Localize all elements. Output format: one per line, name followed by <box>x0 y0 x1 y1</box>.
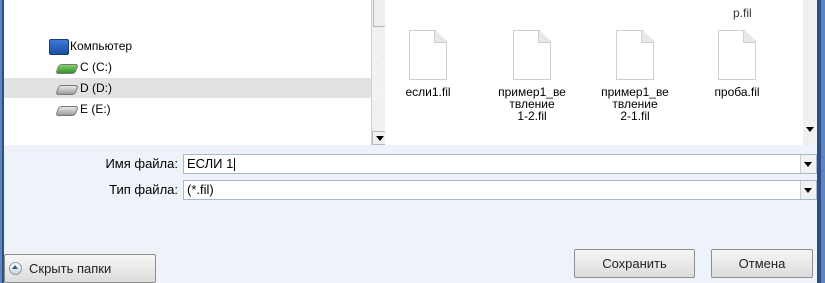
nav-item-drive-d[interactable]: D (D:) <box>4 78 371 98</box>
filename-field[interactable]: ЕСЛИ 1 <box>183 154 817 174</box>
save-button[interactable]: Сохранить <box>574 249 695 278</box>
drive-icon <box>55 106 79 116</box>
filename-value: ЕСЛИ 1 <box>187 156 234 171</box>
nav-item-drive-e[interactable]: E (E:) <box>4 99 371 119</box>
file-icon <box>513 30 551 80</box>
file-name: пример1_ве твление 1-2.fil <box>498 85 566 123</box>
scroll-down-arrow-icon[interactable] <box>803 123 817 137</box>
filetype-label: Тип файла: <box>109 182 178 197</box>
computer-icon <box>49 39 69 55</box>
scroll-down-arrow-icon[interactable] <box>372 131 386 145</box>
file-item[interactable]: если1.fil <box>385 30 473 98</box>
collapse-up-icon <box>9 262 22 275</box>
nav-item-computer[interactable]: Компьютер <box>4 36 371 56</box>
file-icon <box>616 30 654 80</box>
nav-item-label: Компьютер <box>70 39 133 53</box>
file-icon <box>718 30 756 80</box>
drive-icon <box>55 85 79 95</box>
file-name: если1.fil <box>405 85 451 99</box>
text-caret <box>234 158 236 172</box>
file-list: р.fil если1.fil пример1_ве твление 1-2.f… <box>385 0 817 145</box>
navigation-pane: Компьютер C (C:) D (D:) E (E:) <box>4 0 371 145</box>
file-item[interactable]: пример1_ве твление 1-2.fil <box>487 30 577 122</box>
filetype-value: (*.fil) <box>187 182 214 197</box>
cancel-button-label: Отмена <box>738 256 786 271</box>
nav-item-drive-c[interactable]: C (C:) <box>4 57 371 77</box>
hide-folders-button[interactable]: Скрыть папки <box>4 254 156 283</box>
hide-folders-label: Скрыть папки <box>29 261 112 276</box>
cancel-button[interactable]: Отмена <box>711 249 813 278</box>
save-dialog: Компьютер C (C:) D (D:) E (E:) р.fil есл… <box>4 0 817 283</box>
nav-item-label: C (C:) <box>80 60 112 74</box>
chevron-down-icon[interactable] <box>800 181 816 199</box>
filename-label: Имя файла: <box>105 156 178 171</box>
nav-item-label: E (E:) <box>80 102 111 116</box>
files-scrollbar[interactable] <box>803 0 817 145</box>
file-item[interactable]: проба.fil <box>692 30 782 98</box>
nav-item-label: D (D:) <box>80 81 112 95</box>
file-name: проба.fil <box>714 85 760 99</box>
save-button-label: Сохранить <box>602 256 667 271</box>
file-item[interactable]: пример1_ве твление 2-1.fil <box>590 30 680 122</box>
drive-c-icon <box>55 64 79 74</box>
file-icon <box>409 30 447 80</box>
partial-file-label: р.fil <box>733 6 752 20</box>
chevron-down-icon[interactable] <box>800 155 816 173</box>
filetype-select[interactable]: (*.fil) <box>183 180 817 200</box>
nav-scrollbar[interactable] <box>371 0 386 145</box>
file-name: пример1_ве твление 2-1.fil <box>601 85 669 123</box>
